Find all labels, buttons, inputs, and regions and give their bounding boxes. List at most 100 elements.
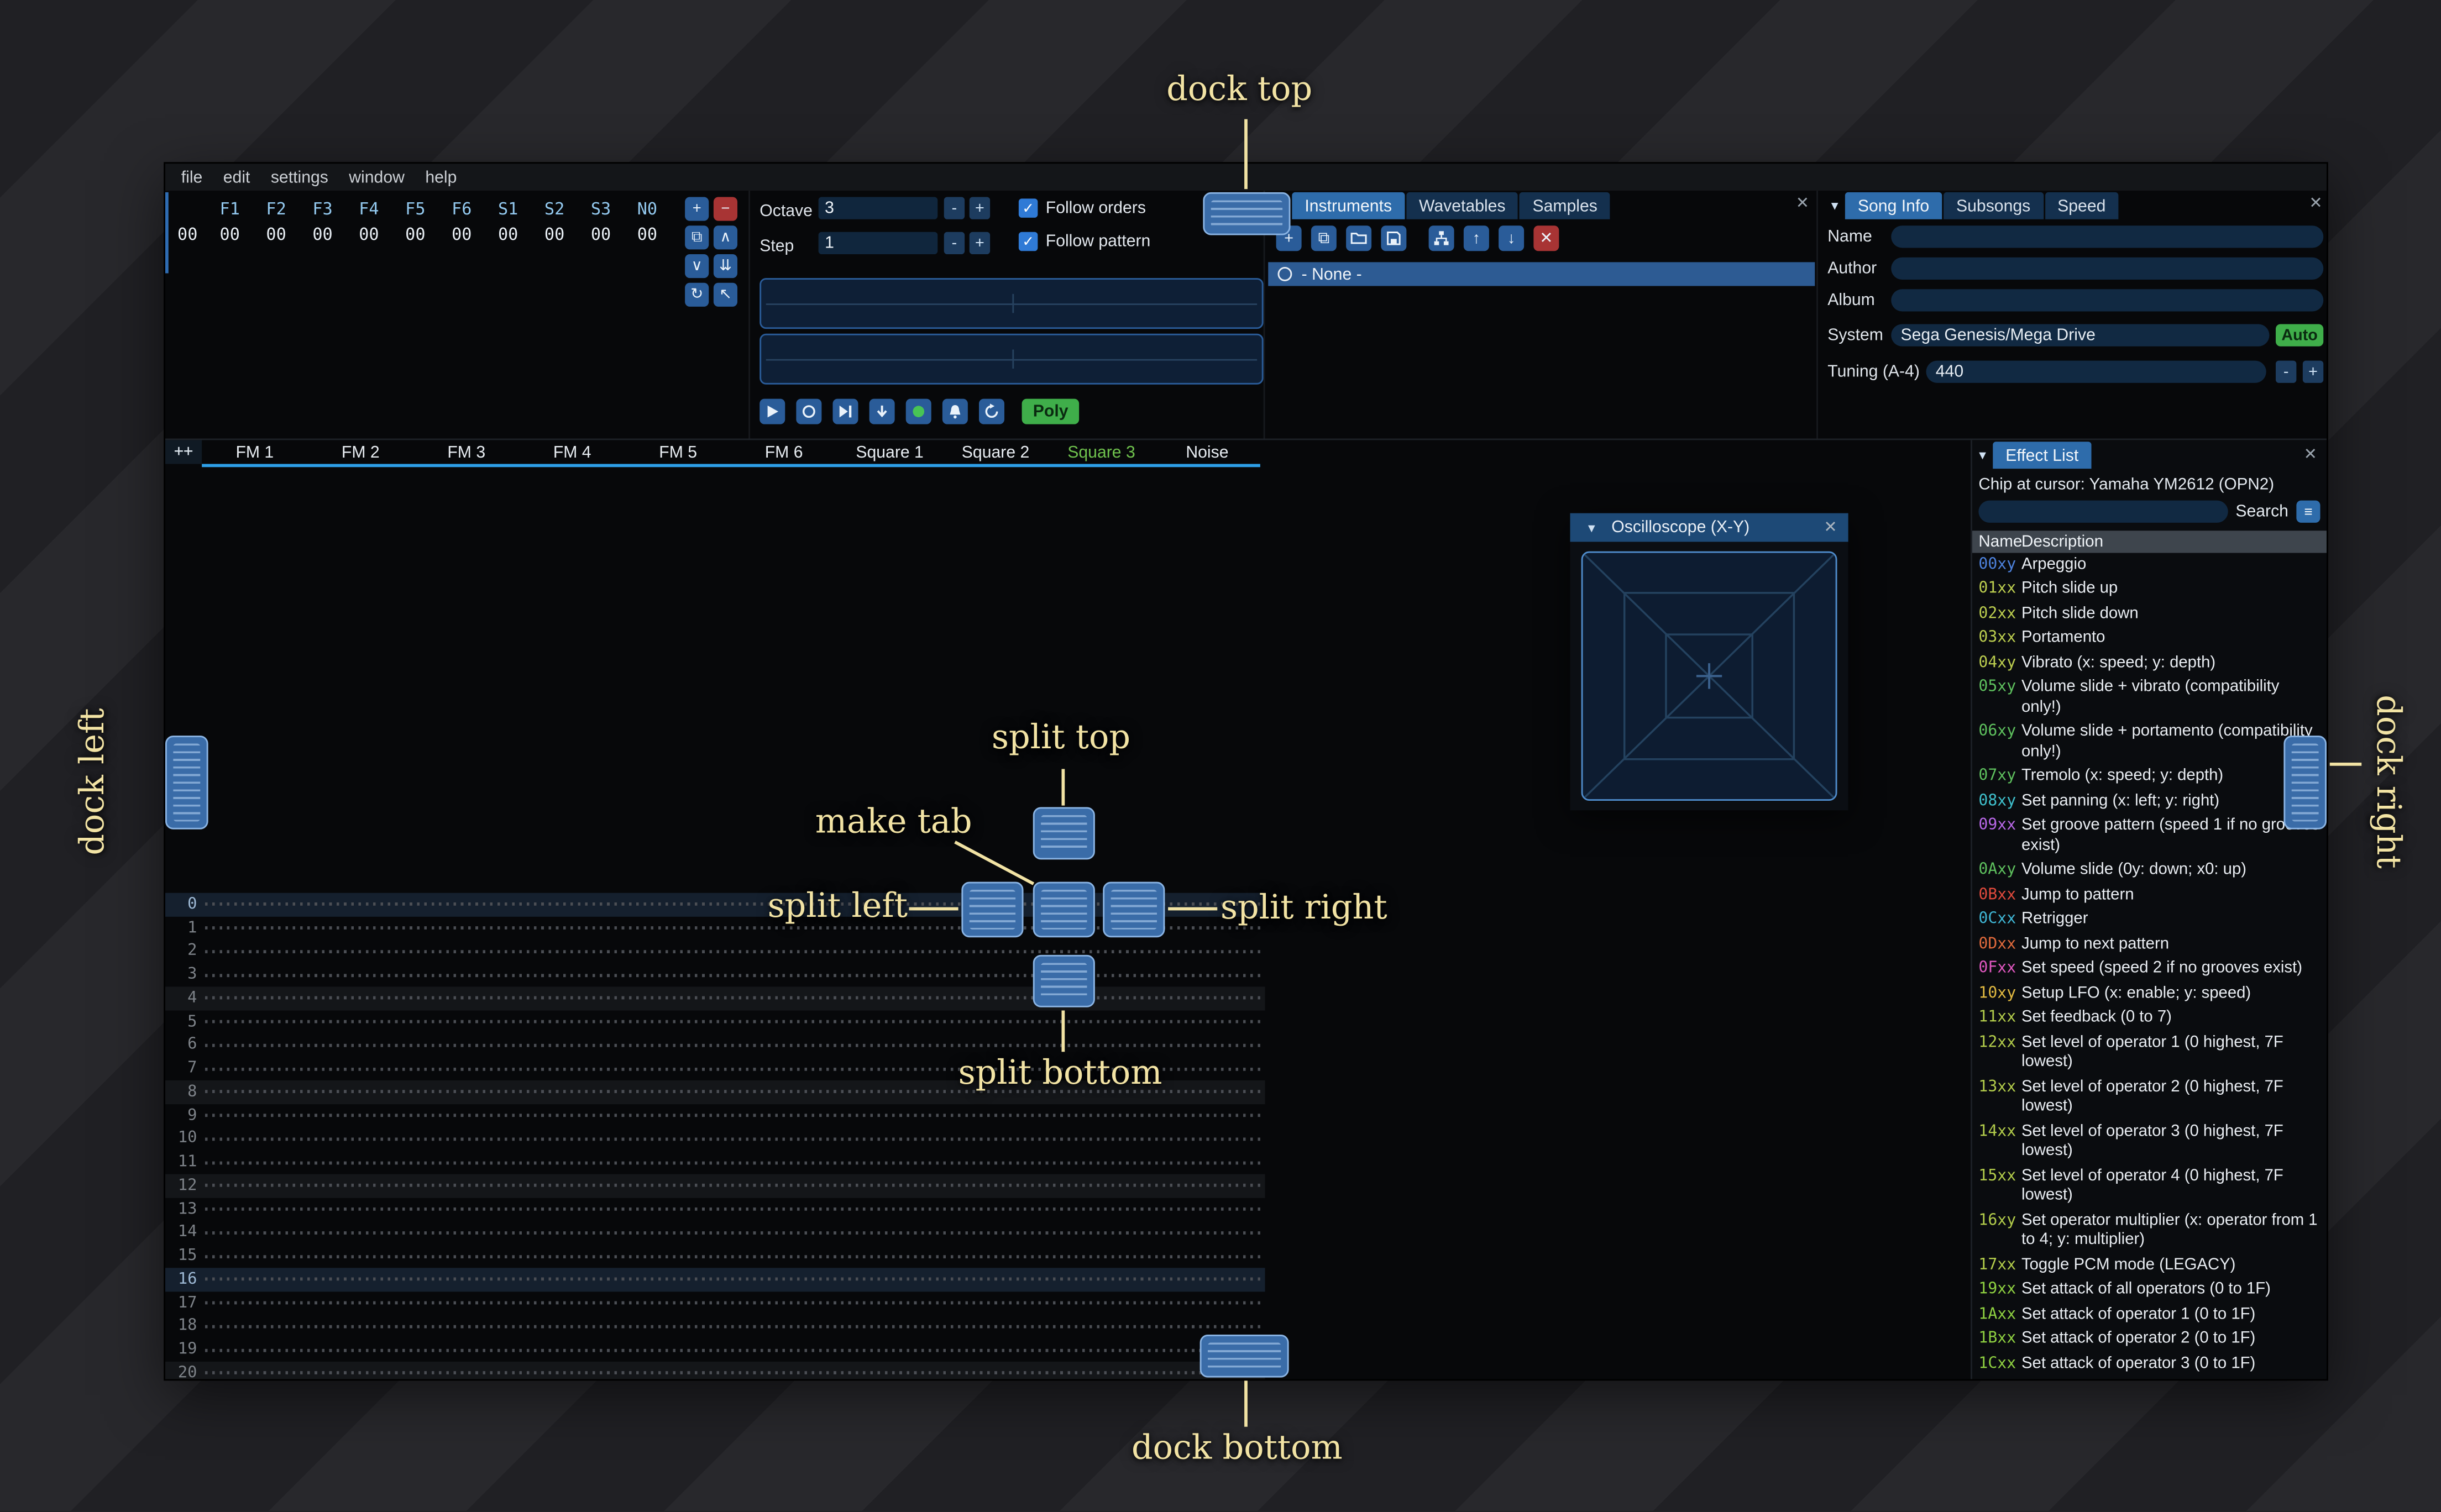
- pattern-row[interactable]: 19: [165, 1338, 1265, 1361]
- play-from-cursor-button[interactable]: [832, 398, 858, 424]
- step-input[interactable]: [818, 232, 938, 254]
- pattern-row[interactable]: 4: [165, 986, 1265, 1010]
- effect-row[interactable]: 17xx Toggle PCM mode (LEGACY): [1972, 1253, 2327, 1278]
- edit-record-toggle[interactable]: [905, 398, 931, 424]
- order-value-cell[interactable]: 00: [624, 225, 671, 244]
- pattern-row[interactable]: 16: [165, 1268, 1265, 1292]
- poly-button[interactable]: Poly: [1022, 398, 1080, 424]
- order-value-cell[interactable]: 00: [253, 225, 300, 244]
- menu-item-window[interactable]: window: [349, 167, 405, 187]
- pattern-row[interactable]: 20: [165, 1361, 1265, 1379]
- pattern-row[interactable]: 5: [165, 1010, 1265, 1033]
- effect-row[interactable]: 13xx Set level of operator 2 (0 highest, …: [1972, 1075, 2327, 1120]
- pattern-row[interactable]: 0: [165, 893, 1265, 917]
- effect-row[interactable]: 04xy Vibrato (x: speed; y: depth): [1972, 652, 2327, 676]
- order-duplicate-button[interactable]: ⧉: [685, 225, 709, 250]
- effect-row[interactable]: 1Cxx Set attack of operator 3 (0 to 1F): [1972, 1352, 2327, 1377]
- order-duplicate-to-end-button[interactable]: ⇊: [713, 254, 737, 279]
- channel-header-fm-6[interactable]: FM 6: [731, 443, 836, 462]
- step-one-row-button[interactable]: [869, 398, 895, 424]
- octave-input[interactable]: [818, 197, 938, 219]
- effect-row[interactable]: 1Bxx Set attack of operator 2 (0 to 1F): [1972, 1327, 2327, 1352]
- pattern-row[interactable]: 14: [165, 1221, 1265, 1244]
- octave-plus-button[interactable]: +: [969, 197, 991, 219]
- play-button[interactable]: [759, 398, 785, 424]
- instruments-close-icon[interactable]: ✕: [1796, 196, 1809, 213]
- repeat-pattern-button[interactable]: [979, 398, 1004, 424]
- dock-right-target[interactable]: [2283, 736, 2327, 830]
- effect-row[interactable]: 0Axy Volume slide (0y: down; x0: up): [1972, 859, 2327, 884]
- tuning-input[interactable]: [1926, 360, 2266, 383]
- effect-row[interactable]: 10xy Setup LFO (x: enable; y: speed): [1972, 982, 2327, 1007]
- step-minus-button[interactable]: -: [944, 232, 965, 254]
- song-info-close-icon[interactable]: ✕: [2309, 196, 2322, 213]
- save-instrument-button[interactable]: [1381, 225, 1407, 251]
- song-name-input[interactable]: [1891, 225, 2324, 248]
- order-move-up-button[interactable]: ∧: [713, 225, 737, 250]
- order-value-row[interactable]: 00 00 00 00 00 00 00 00 00 00 00: [169, 223, 671, 246]
- effect-row[interactable]: 09xx Set groove pattern (speed 1 if no gr…: [1972, 814, 2327, 859]
- order-row-number[interactable]: 00: [169, 225, 207, 244]
- effect-row[interactable]: 03xx Portamento: [1972, 627, 2327, 652]
- channel-header-fm-5[interactable]: FM 5: [625, 443, 731, 462]
- effect-row[interactable]: 0Fxx Set speed (speed 2 if no grooves exi…: [1972, 957, 2327, 982]
- order-value-cell[interactable]: 00: [578, 225, 624, 244]
- channel-header-fm-1[interactable]: FM 1: [202, 443, 307, 462]
- instruments-tab-instruments[interactable]: Instruments: [1292, 192, 1405, 219]
- dock-top-target[interactable]: [1203, 192, 1291, 235]
- order-value-cell[interactable]: 00: [345, 225, 392, 244]
- split-right-target[interactable]: [1103, 881, 1165, 938]
- menu-item-edit[interactable]: edit: [223, 167, 250, 187]
- song-author-input[interactable]: [1891, 257, 2324, 280]
- pattern-row[interactable]: 15: [165, 1245, 1265, 1268]
- step-plus-button[interactable]: +: [969, 232, 991, 254]
- song-album-input[interactable]: [1891, 289, 2324, 312]
- order-value-cell[interactable]: 00: [485, 225, 531, 244]
- pattern-row[interactable]: 18: [165, 1315, 1265, 1338]
- split-top-target[interactable]: [1033, 807, 1095, 860]
- order-value-cell[interactable]: 00: [392, 225, 438, 244]
- pattern-row[interactable]: 17: [165, 1292, 1265, 1315]
- pattern-row[interactable]: 3: [165, 963, 1265, 986]
- effect-row[interactable]: 0Cxx Retrigger: [1972, 908, 2327, 933]
- tuning-plus-button[interactable]: +: [2302, 360, 2324, 383]
- play-pattern-button[interactable]: [796, 398, 822, 424]
- tab-effect-list[interactable]: Effect List: [1993, 442, 2092, 469]
- effect-row[interactable]: 1Axx Set attack of operator 1 (0 to 1F): [1972, 1303, 2327, 1328]
- instruments-tab-wavetables[interactable]: Wavetables: [1406, 192, 1518, 219]
- pattern-row[interactable]: 10: [165, 1127, 1265, 1151]
- hamburger-icon[interactable]: ≡: [2296, 500, 2320, 523]
- pattern-row[interactable]: 11: [165, 1151, 1265, 1174]
- effect-row[interactable]: 02xx Pitch slide down: [1972, 602, 2327, 627]
- tuning-minus-button[interactable]: -: [2276, 360, 2297, 383]
- effect-row[interactable]: 00xy Arpeggio: [1972, 553, 2327, 578]
- oscilloscope-titlebar[interactable]: ▼ Oscilloscope (X-Y) ✕: [1570, 513, 1848, 542]
- delete-instrument-button[interactable]: ✕: [1533, 225, 1559, 251]
- effect-search-input[interactable]: [1978, 500, 2228, 523]
- channel-header-fm-3[interactable]: FM 3: [413, 443, 519, 462]
- order-change-all-button[interactable]: ↻: [685, 282, 709, 307]
- effect-row[interactable]: 15xx Set level of operator 4 (0 highest, …: [1972, 1164, 2327, 1209]
- system-input[interactable]: [1891, 324, 2270, 347]
- effect-row[interactable]: 14xx Set level of operator 3 (0 highest, …: [1972, 1120, 2327, 1165]
- effect-list-close-icon[interactable]: ✕: [2304, 447, 2317, 464]
- order-remove-button[interactable]: −: [713, 197, 737, 221]
- song-tab-speed[interactable]: Speed: [2045, 192, 2119, 219]
- collapse-icon[interactable]: ▼: [1825, 198, 1845, 219]
- effect-row[interactable]: 19xx Set attack of all operators (0 to 1F…: [1972, 1278, 2327, 1303]
- make-tab-target[interactable]: [1033, 881, 1095, 938]
- octave-minus-button[interactable]: -: [944, 197, 965, 219]
- duplicate-instrument-button[interactable]: ⧉: [1311, 225, 1337, 251]
- effect-row[interactable]: 07xy Tremolo (x: speed; y: depth): [1972, 765, 2327, 790]
- effect-row[interactable]: 16xy Set operator multiplier (x: operator…: [1972, 1209, 2327, 1254]
- song-tab-subsongs[interactable]: Subsongs: [1943, 192, 2044, 219]
- order-value-cell[interactable]: 00: [438, 225, 485, 244]
- menu-item-settings[interactable]: settings: [271, 167, 328, 187]
- move-instrument-down-button[interactable]: ↓: [1499, 225, 1525, 251]
- order-value-cell[interactable]: 00: [300, 225, 346, 244]
- effect-row[interactable]: 08xy Set panning (x: left; y: right): [1972, 790, 2327, 815]
- menu-item-help[interactable]: help: [425, 167, 457, 187]
- instrument-folders-button[interactable]: [1428, 225, 1454, 251]
- collapse-icon[interactable]: ▼: [1972, 448, 1993, 469]
- move-instrument-up-button[interactable]: ↑: [1463, 225, 1489, 251]
